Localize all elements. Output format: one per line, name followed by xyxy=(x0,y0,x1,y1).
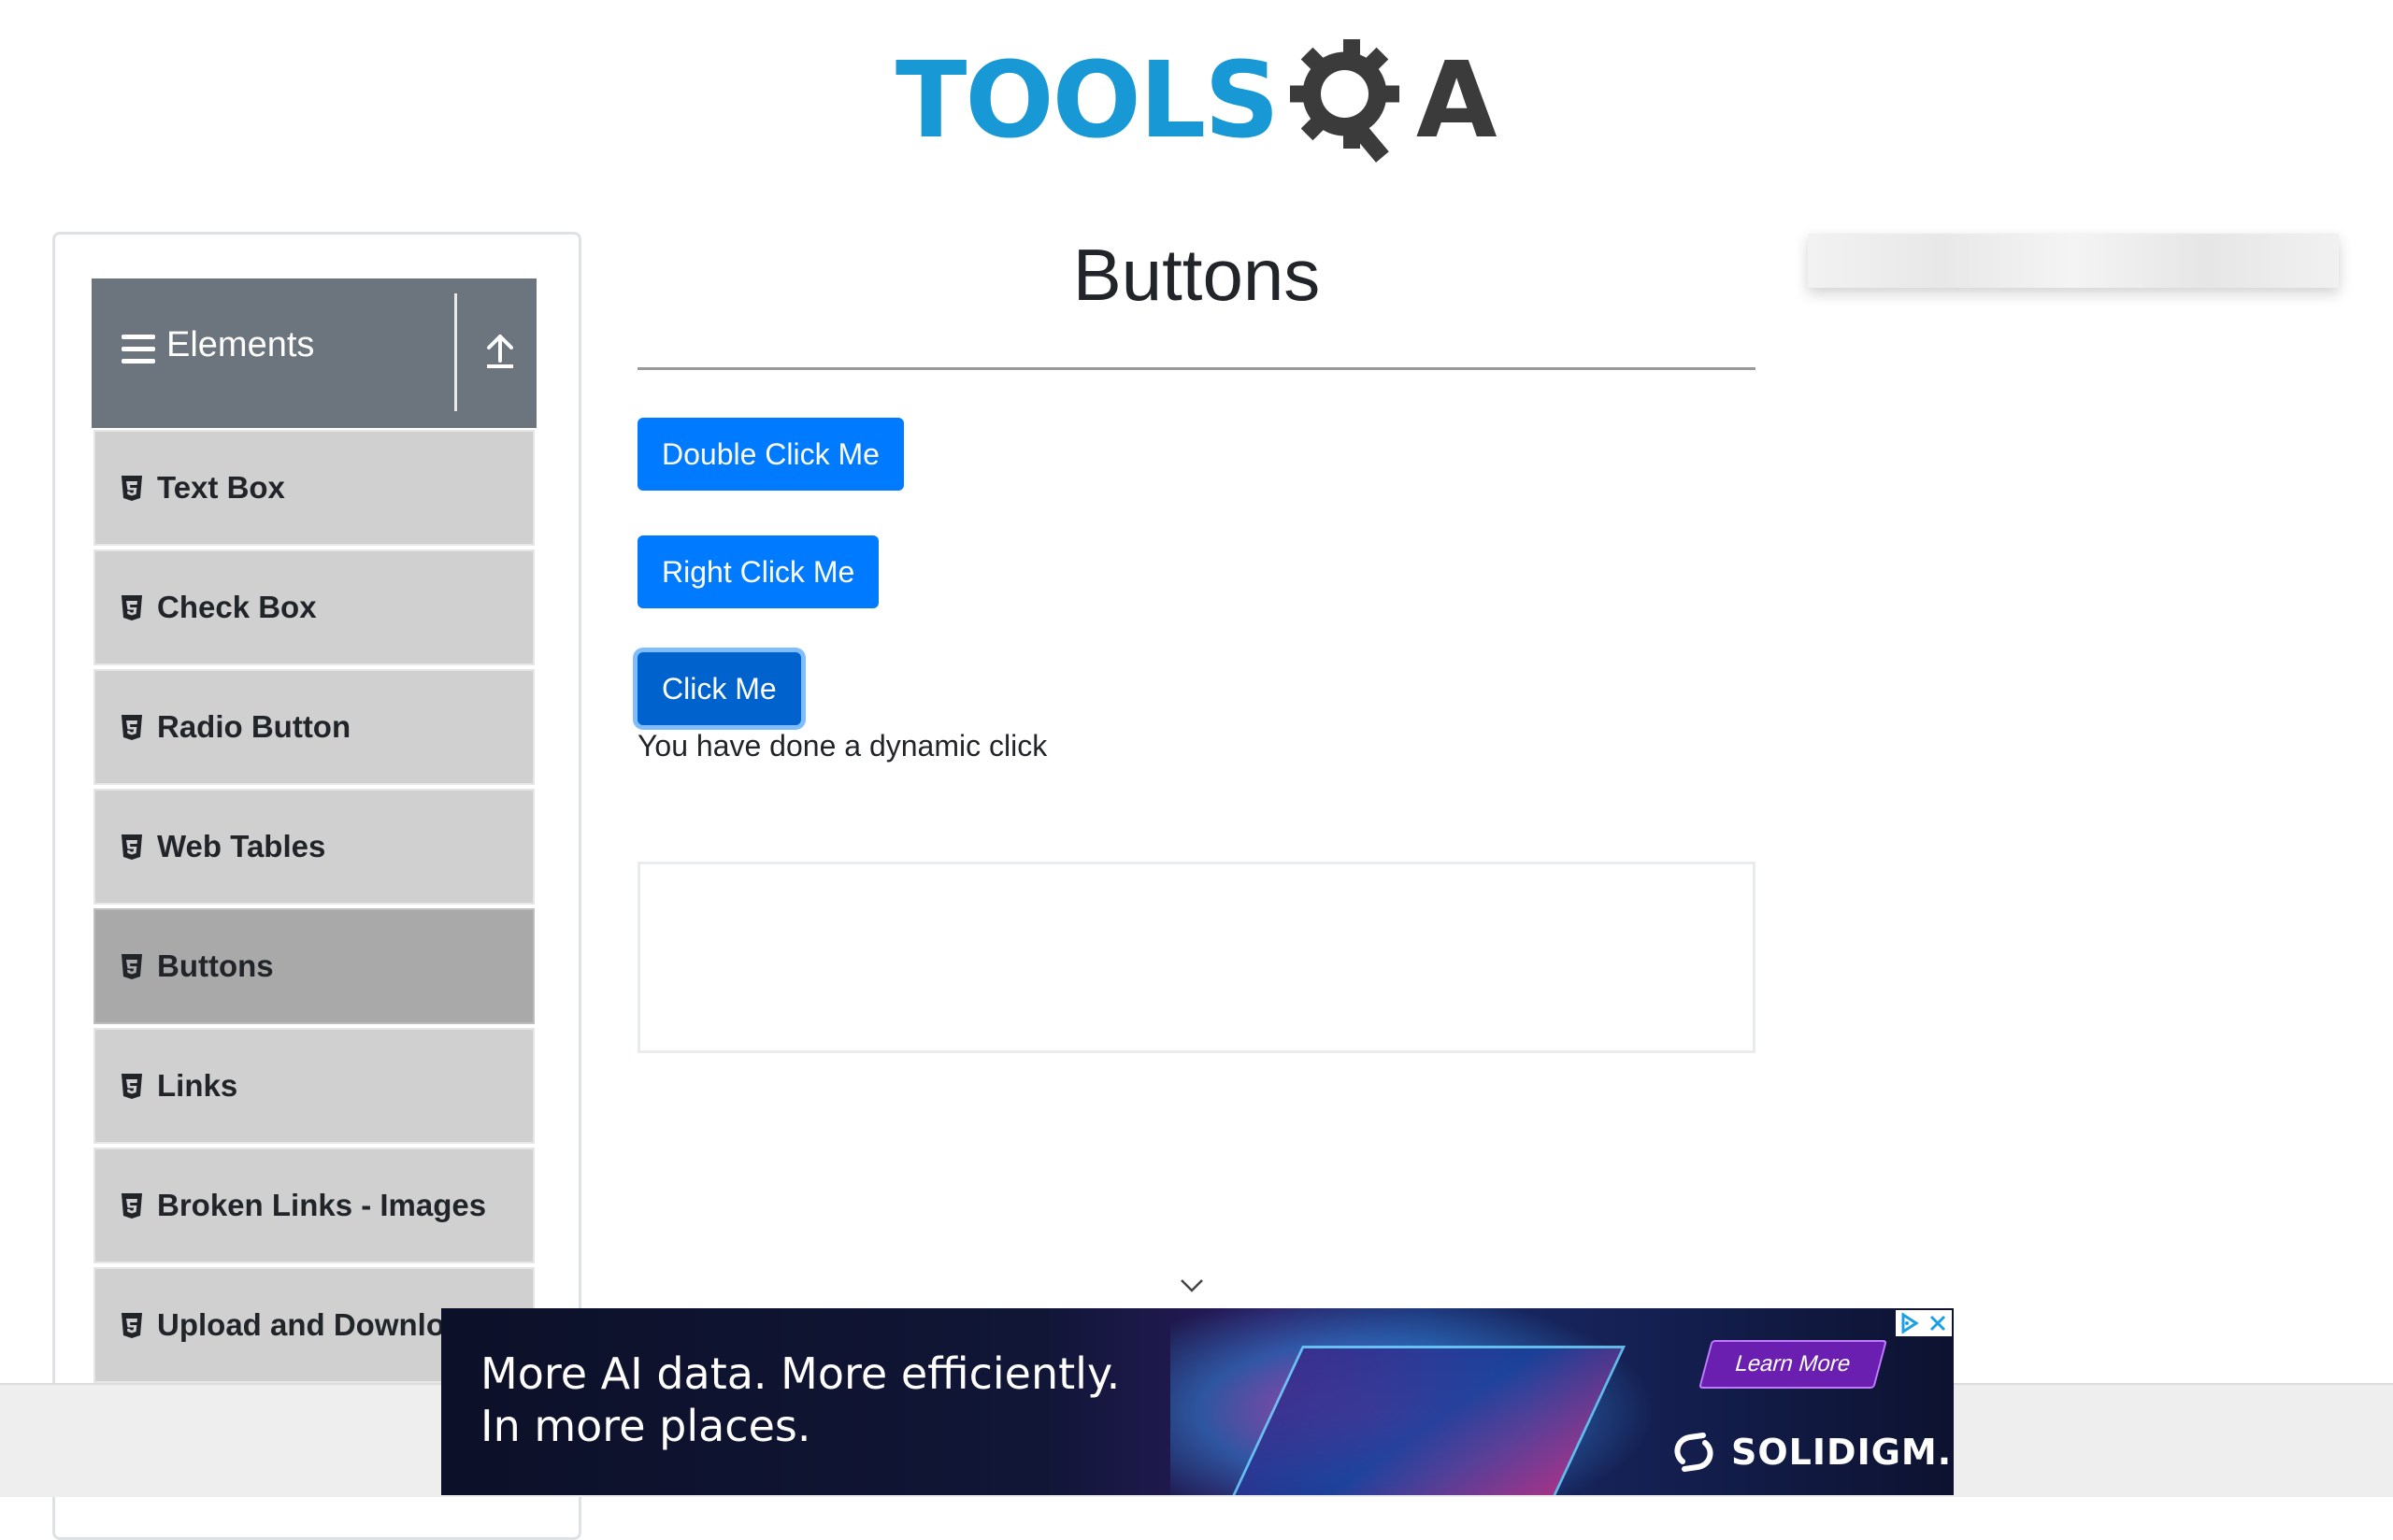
adchoices-icon[interactable] xyxy=(1896,1310,1924,1336)
chevron-down-icon[interactable] xyxy=(1180,1278,1204,1293)
solidigm-logo: SOLIDIGM. xyxy=(1666,1424,1952,1480)
sidebar-item-links[interactable]: Links xyxy=(93,1028,535,1144)
logo-wordmark: TOOLS xyxy=(896,40,1280,162)
brand-name: SOLIDIGM. xyxy=(1731,1432,1953,1473)
learn-more-button[interactable]: Learn More xyxy=(1698,1340,1887,1389)
site-header: TOOLS A xyxy=(0,0,2393,187)
learn-more-label: Learn More xyxy=(1732,1351,1855,1376)
sidebar-item-label: Text Box xyxy=(157,470,285,505)
dynamic-click-message: You have done a dynamic click xyxy=(638,729,1048,763)
elements-group-header[interactable]: Elements xyxy=(92,278,537,428)
html5-icon xyxy=(122,476,142,501)
toolsqa-logo[interactable]: TOOLS A xyxy=(896,26,1497,176)
adchoices-badge[interactable] xyxy=(1896,1310,1952,1336)
sidebar-item-label: Broken Links - Images xyxy=(157,1188,487,1222)
sidebar-item-label: Buttons xyxy=(157,948,274,983)
page-title: Buttons xyxy=(1072,234,1321,316)
logo-letter-a: A xyxy=(1415,40,1497,162)
close-icon[interactable] xyxy=(1924,1310,1952,1336)
title-divider xyxy=(638,367,1755,370)
click-me-button[interactable]: Click Me xyxy=(638,652,801,725)
sidebar-item-label: Upload and Download xyxy=(157,1307,481,1342)
ad-headline-line2: In more places. xyxy=(480,1401,811,1451)
html5-icon xyxy=(122,1313,142,1338)
html5-icon xyxy=(122,1074,142,1099)
html5-icon xyxy=(122,715,142,740)
sidebar-item-label: Links xyxy=(157,1068,238,1103)
collapse-up-icon[interactable] xyxy=(484,333,516,370)
sidebar-item-broken-links[interactable]: Broken Links - Images xyxy=(93,1148,535,1263)
ad-headline-line1: More AI data. More efficiently. xyxy=(480,1348,1121,1399)
right-click-button[interactable]: Right Click Me xyxy=(638,535,880,608)
sidebar-item-check-box[interactable]: Check Box xyxy=(93,549,535,665)
gear-magnifier-icon xyxy=(1289,39,1399,163)
double-click-button[interactable]: Double Click Me xyxy=(638,418,904,491)
ad-headline: More AI data. More efficiently. In more … xyxy=(480,1348,1120,1452)
sidebar-item-web-tables[interactable]: Web Tables xyxy=(93,789,535,905)
group-title: Elements xyxy=(166,325,315,364)
sidebar-item-label: Web Tables xyxy=(157,829,326,863)
header-divider xyxy=(454,293,457,411)
ad-placeholder-box xyxy=(638,862,1755,1053)
html5-icon xyxy=(122,595,142,620)
solidigm-ad-banner[interactable]: More AI data. More efficiently. In more … xyxy=(441,1308,1954,1495)
sidebar-item-label: Radio Button xyxy=(157,709,351,744)
solidigm-mark-icon xyxy=(1674,1433,1713,1472)
sidebar-item-label: Check Box xyxy=(157,590,317,624)
sidebar-item-buttons[interactable]: Buttons xyxy=(93,908,535,1024)
sidebar-item-text-box[interactable]: Text Box xyxy=(93,430,535,546)
sidebar-item-radio-button[interactable]: Radio Button xyxy=(93,669,535,785)
hamburger-icon xyxy=(122,335,155,364)
html5-icon xyxy=(122,954,142,979)
right-ad-banner[interactable] xyxy=(1808,234,2339,288)
html5-icon xyxy=(122,834,142,860)
html5-icon xyxy=(122,1193,142,1219)
